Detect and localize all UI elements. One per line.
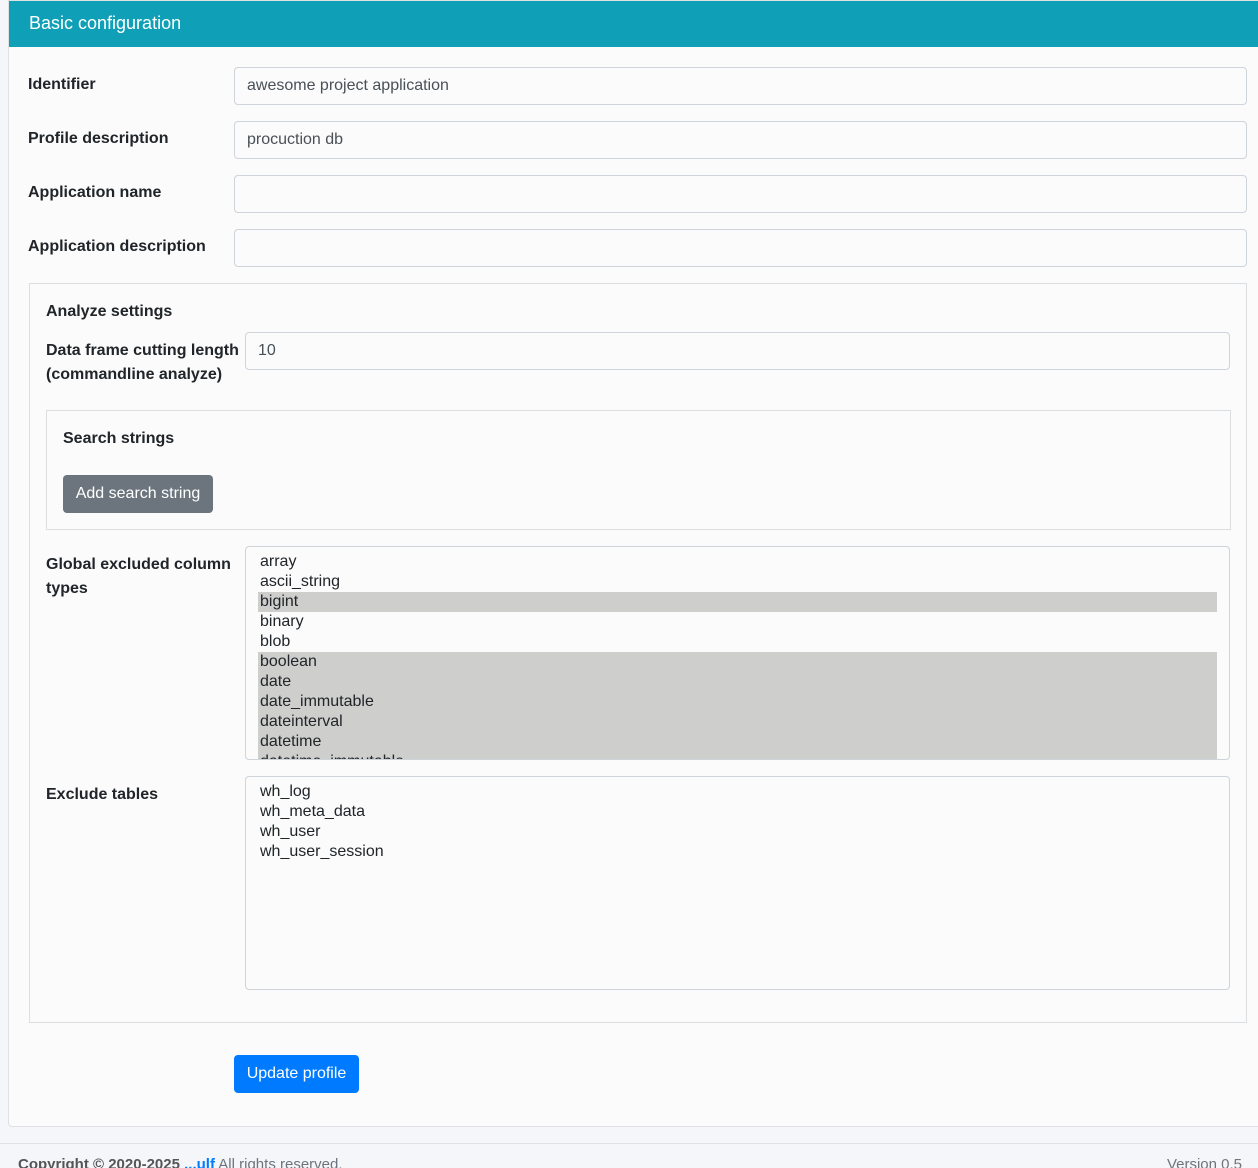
profile-description-label: Profile description: [28, 130, 169, 147]
excluded-type-option[interactable]: blob: [258, 632, 1217, 652]
exclude-table-option[interactable]: wh_user: [258, 822, 1217, 842]
application-name-input[interactable]: [234, 175, 1247, 213]
excluded-type-option[interactable]: boolean: [258, 652, 1217, 672]
cutting-length-label: Data frame cutting length (commandline a…: [46, 339, 239, 387]
cutting-length-label-line1: Data frame cutting length: [46, 342, 239, 359]
excluded-type-option[interactable]: datetime: [258, 732, 1217, 752]
exclude-tables-select[interactable]: wh_log wh_meta_data wh_user wh_user_session: [245, 776, 1230, 990]
excluded-type-option[interactable]: bigint: [258, 592, 1217, 612]
excluded-types-label-line2: types: [46, 580, 88, 597]
profile-description-input[interactable]: [234, 121, 1247, 159]
exclude-table-option[interactable]: wh_meta_data: [258, 802, 1217, 822]
analyze-settings-title: Analyze settings: [46, 303, 173, 320]
update-profile-button[interactable]: Update profile: [234, 1055, 359, 1093]
excluded-types-label: Global excluded column types: [46, 553, 231, 601]
excluded-types-label-line1: Global excluded column: [46, 556, 231, 573]
card-title: Basic configuration: [9, 1, 1258, 47]
add-search-string-button[interactable]: Add search string: [63, 475, 213, 513]
copyright-text: Copyright © 2020-2025: [18, 1156, 180, 1168]
identifier-label: Identifier: [28, 76, 96, 93]
basic-configuration-card: Basic configuration Identifier Profile d…: [8, 0, 1258, 1127]
excluded-type-option[interactable]: dateinterval: [258, 712, 1217, 732]
footer-version: Version 0.5: [1166, 1156, 1242, 1168]
application-name-label: Application name: [28, 184, 162, 201]
footer-copyright: Copyright © 2020-2025 ...ulf All rights …: [18, 1156, 343, 1168]
excluded-type-option[interactable]: date_immutable: [258, 692, 1217, 712]
application-description-input[interactable]: [234, 229, 1247, 267]
exclude-tables-label: Exclude tables: [46, 786, 159, 803]
excluded-type-option[interactable]: array: [258, 552, 1217, 572]
rights-text: All rights reserved.: [218, 1156, 343, 1168]
excluded-type-option[interactable]: binary: [258, 612, 1217, 632]
cutting-length-input[interactable]: [245, 332, 1230, 370]
excluded-type-option[interactable]: datetime_immutable: [258, 752, 1217, 759]
page-footer: Copyright © 2020-2025 ...ulf All rights …: [0, 1143, 1258, 1168]
search-strings-title: Search strings: [63, 430, 175, 447]
cutting-length-label-line2: (commandline analyze): [46, 366, 223, 383]
exclude-table-option[interactable]: wh_user_session: [258, 842, 1217, 862]
exclude-table-option[interactable]: wh_log: [258, 782, 1217, 802]
excluded-type-option[interactable]: date: [258, 672, 1217, 692]
excluded-types-select[interactable]: array ascii_string bigint binary blob boolean…: [245, 546, 1230, 760]
analyze-settings-fieldset: Analyze settings Data frame cutting leng…: [29, 283, 1247, 1023]
search-strings-fieldset: Search strings Add search string: [46, 410, 1231, 530]
identifier-input[interactable]: [234, 67, 1247, 105]
excluded-type-option[interactable]: ascii_string: [258, 572, 1217, 592]
application-description-label: Application description: [28, 238, 206, 255]
footer-brand-link[interactable]: ...ulf: [184, 1156, 215, 1168]
